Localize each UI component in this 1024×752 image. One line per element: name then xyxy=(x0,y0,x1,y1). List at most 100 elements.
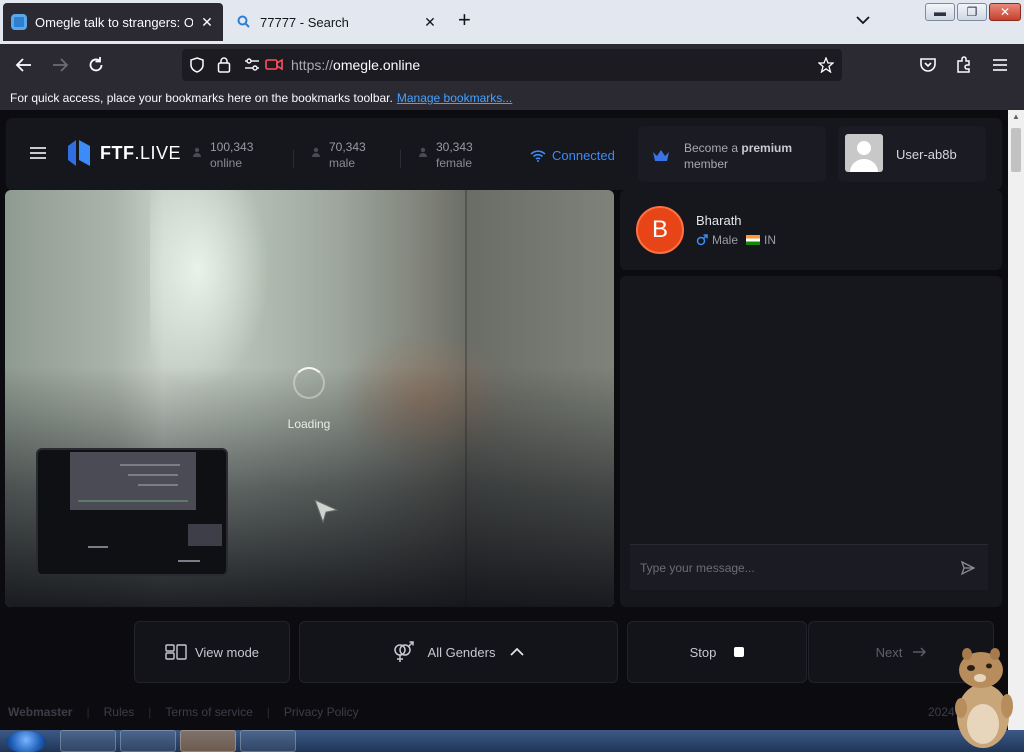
taskbar-app-firefox[interactable] xyxy=(180,730,236,752)
become-premium-button[interactable]: Become a premium member xyxy=(638,126,826,182)
tab-title: Omegle talk to strangers: Omegle xyxy=(35,14,193,30)
male-icon xyxy=(696,234,708,246)
footer-link-rules[interactable]: Rules xyxy=(104,705,135,719)
tab-title: 77777 - Search xyxy=(260,14,349,30)
close-tab-icon[interactable]: ✕ xyxy=(422,14,438,31)
chat-message-input[interactable] xyxy=(640,558,940,578)
send-icon[interactable] xyxy=(960,560,976,576)
minimize-button[interactable]: ▬ xyxy=(925,3,955,21)
user-icon xyxy=(419,147,427,157)
arrow-right-icon xyxy=(913,647,927,657)
bookmarks-toolbar: For quick access, place your bookmarks h… xyxy=(0,86,1024,110)
page-scrollbar[interactable]: ▲ xyxy=(1008,110,1024,730)
taskbar-app-media[interactable] xyxy=(120,730,176,752)
cursor-icon xyxy=(314,499,339,524)
wifi-icon xyxy=(530,150,546,162)
new-tab-icon[interactable]: + xyxy=(458,9,471,31)
extensions-icon[interactable] xyxy=(954,55,974,75)
omegle-favicon-icon xyxy=(11,14,27,30)
stat-female-label: female xyxy=(436,156,473,170)
bookmark-star-icon[interactable] xyxy=(818,57,834,73)
india-flag-icon xyxy=(746,235,761,245)
user-icon xyxy=(193,147,201,157)
taskbar-app-terminal[interactable] xyxy=(60,730,116,752)
partner-country-badge: IN xyxy=(746,233,776,247)
user-menu[interactable]: User-ab8b xyxy=(838,126,986,182)
stop-button[interactable]: Stop xyxy=(627,621,807,683)
browser-tab-strip: Omegle talk to strangers: Omegle ✕ 77777… xyxy=(0,0,1024,44)
logo-text-rest: .LIVE xyxy=(134,142,182,163)
next-label: Next xyxy=(875,644,903,660)
loading-text: Loading xyxy=(287,417,331,431)
pocket-icon[interactable] xyxy=(918,55,938,75)
premium-bold: premium xyxy=(741,141,793,155)
partner-avatar: B xyxy=(636,206,684,254)
stat-male-value: 70,343 xyxy=(329,140,366,154)
hamster-sticker xyxy=(955,648,1013,748)
stat-female: 30,343 female xyxy=(418,139,473,171)
url-scheme: https:// xyxy=(291,57,334,73)
taskbar-app-explorer[interactable] xyxy=(240,730,296,752)
stat-female-value: 30,343 xyxy=(436,140,473,154)
gender-icon xyxy=(393,641,414,662)
minimize-icon: ▬ xyxy=(934,5,946,19)
reload-icon[interactable] xyxy=(86,55,106,75)
close-tab-icon[interactable]: ✕ xyxy=(199,14,215,31)
stat-online-label: online xyxy=(210,156,243,170)
stop-label: Stop xyxy=(689,644,717,660)
divider xyxy=(293,150,294,168)
bookmarks-prompt: For quick access, place your bookmarks h… xyxy=(10,91,393,105)
logo-icon xyxy=(68,140,90,166)
loading-spinner-icon xyxy=(293,367,325,399)
partner-gender-badge: Male xyxy=(696,233,738,247)
partner-name: Bharath xyxy=(696,213,742,228)
site-logo[interactable]: FTF.LIVE xyxy=(68,140,181,166)
search-icon xyxy=(237,15,250,28)
gender-filter-button[interactable]: All Genders xyxy=(299,621,618,683)
list-all-tabs-icon[interactable] xyxy=(855,13,871,27)
view-mode-button[interactable]: View mode xyxy=(134,621,290,683)
partner-gender: Male xyxy=(712,233,739,247)
app-menu-icon[interactable] xyxy=(990,55,1010,75)
gender-filter-label: All Genders xyxy=(427,644,496,660)
tab-omegle[interactable]: Omegle talk to strangers: Omegle ✕ xyxy=(3,3,223,41)
forward-icon[interactable] xyxy=(50,55,70,75)
start-button[interactable] xyxy=(6,731,46,752)
back-icon[interactable] xyxy=(14,55,34,75)
restore-icon: ❐ xyxy=(966,5,978,19)
footer-link-terms[interactable]: Terms of service xyxy=(165,705,252,719)
manage-bookmarks-link[interactable]: Manage bookmarks... xyxy=(397,91,512,105)
windows-taskbar xyxy=(0,730,1024,752)
chevron-up-icon xyxy=(510,647,525,656)
lock-icon[interactable] xyxy=(217,56,231,73)
chat-input-bar xyxy=(630,544,988,590)
url-host: omegle.online xyxy=(333,57,421,73)
stop-icon xyxy=(734,647,745,657)
view-mode-label: View mode xyxy=(194,644,260,660)
url-text[interactable]: https://omegle.online xyxy=(291,57,420,73)
footer-link-webmaster[interactable]: Webmaster xyxy=(8,705,72,719)
stranger-video: Loading xyxy=(5,190,614,607)
close-window-button[interactable]: ✕ xyxy=(989,3,1021,21)
stat-male-label: male xyxy=(329,156,356,170)
hamburger-icon[interactable] xyxy=(30,147,46,159)
stat-online: 100,343 online xyxy=(192,139,253,171)
permissions-icon[interactable] xyxy=(244,58,260,71)
scrollbar-thumb[interactable] xyxy=(1011,128,1021,172)
chat-panel xyxy=(620,276,1002,607)
restore-button[interactable]: ❐ xyxy=(957,3,987,21)
stat-online-value: 100,343 xyxy=(210,140,254,154)
url-bar[interactable]: https://omegle.online xyxy=(182,49,842,81)
navigation-bar: https://omegle.online xyxy=(0,44,1024,86)
view-mode-icon xyxy=(165,644,187,660)
scroll-up-icon[interactable]: ▲ xyxy=(1008,112,1024,121)
crown-icon xyxy=(653,150,669,161)
username: User-ab8b xyxy=(896,147,957,162)
self-video-preview[interactable] xyxy=(36,448,228,576)
camera-in-use-icon[interactable] xyxy=(265,58,283,71)
tab-search[interactable]: 77777 - Search ✕ xyxy=(228,3,446,41)
site-footer: Webmaster | Rules | Terms of service | P… xyxy=(0,694,1008,730)
footer-link-privacy[interactable]: Privacy Policy xyxy=(284,705,359,719)
user-icon xyxy=(312,147,320,157)
tracking-shield-icon[interactable] xyxy=(189,57,205,73)
